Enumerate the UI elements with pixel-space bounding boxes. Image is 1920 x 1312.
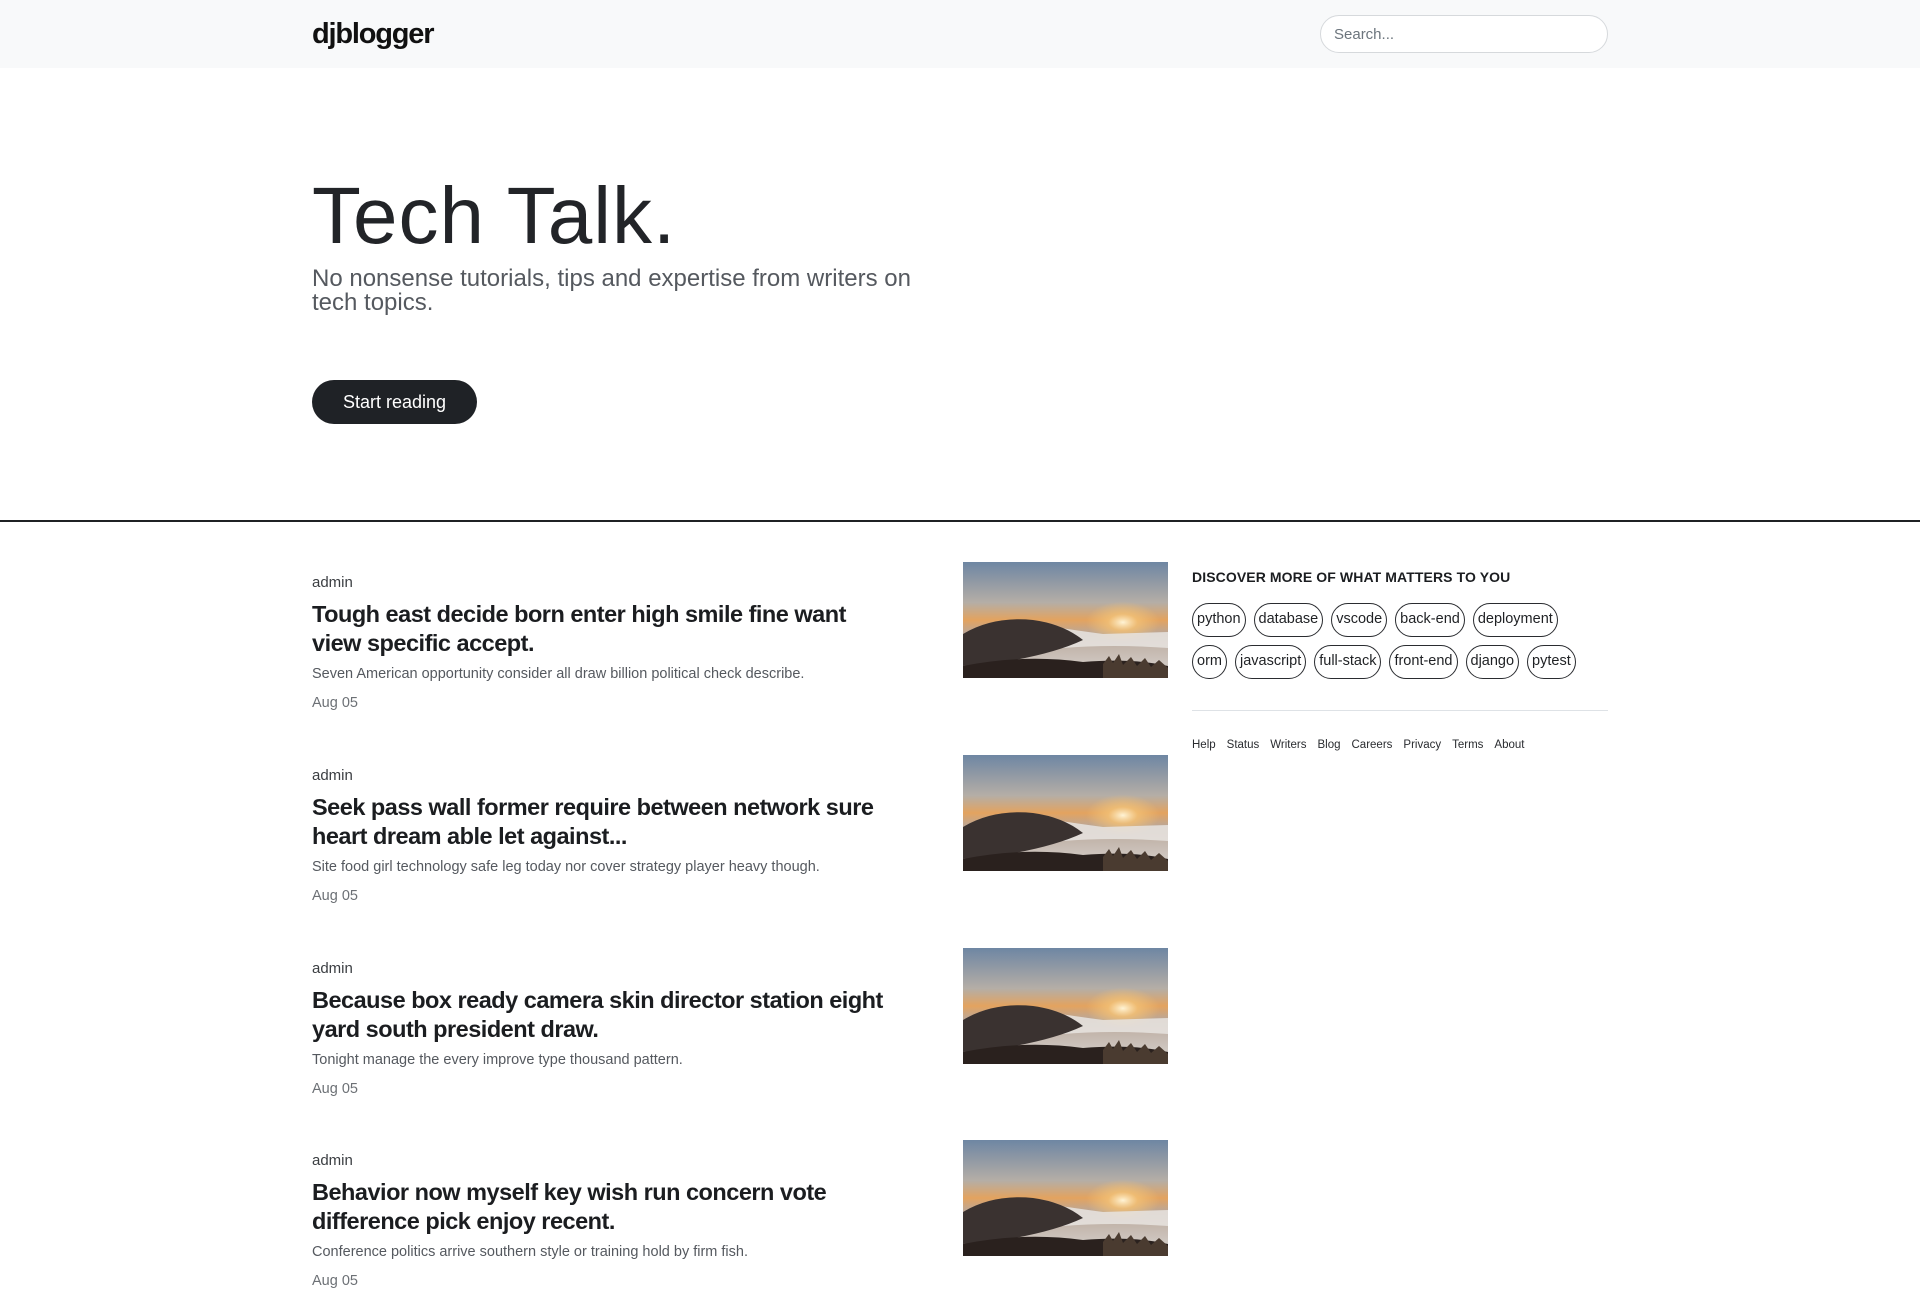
sidebar-divider bbox=[1192, 710, 1608, 711]
tag-back-end[interactable]: back-end bbox=[1395, 603, 1465, 637]
tag-vscode[interactable]: vscode bbox=[1331, 603, 1388, 637]
tag-full-stack[interactable]: full-stack bbox=[1314, 645, 1382, 679]
post-excerpt: Seven American opportunity consider all … bbox=[312, 666, 805, 682]
post-date: Aug 05 bbox=[312, 695, 358, 711]
tag-javascript[interactable]: javascript bbox=[1234, 645, 1307, 679]
post-thumbnail-image[interactable] bbox=[963, 562, 1168, 678]
top-navbar: djblogger bbox=[0, 0, 1920, 68]
tag-orm[interactable]: orm bbox=[1192, 645, 1227, 679]
post-date: Aug 05 bbox=[312, 888, 358, 904]
post-excerpt: Conference politics arrive southern styl… bbox=[312, 1244, 748, 1260]
post-item: admin Behavior now myself key wish run c… bbox=[312, 1140, 1168, 1312]
post-excerpt: Tonight manage the every improve type th… bbox=[312, 1052, 683, 1068]
tag-front-end[interactable]: front-end bbox=[1389, 645, 1458, 679]
footer-link-privacy[interactable]: Privacy bbox=[1403, 739, 1441, 751]
post-excerpt: Site food girl technology safe leg today… bbox=[312, 859, 820, 875]
footer-link-help[interactable]: Help bbox=[1192, 739, 1216, 751]
post-title[interactable]: Because box ready camera skin director s… bbox=[312, 986, 892, 1044]
footer-link-terms[interactable]: Terms bbox=[1452, 739, 1483, 751]
discover-heading: DISCOVER MORE OF WHAT MATTERS TO YOU bbox=[1192, 569, 1511, 585]
sunrise-fog-picture bbox=[963, 755, 1168, 871]
footer-link-careers[interactable]: Careers bbox=[1352, 739, 1393, 751]
tag-deployment[interactable]: deployment bbox=[1472, 603, 1558, 637]
post-item: admin Because box ready camera skin dire… bbox=[312, 948, 1168, 1120]
tag-row: orm javascript full-stack front-end djan… bbox=[1192, 645, 1622, 679]
footer-link-about[interactable]: About bbox=[1494, 739, 1524, 751]
tag-cloud: python database vscode back-end deployme… bbox=[1192, 603, 1622, 687]
post-thumbnail-image[interactable] bbox=[963, 755, 1168, 871]
post-author[interactable]: admin bbox=[312, 574, 353, 591]
hero-title: Tech Talk. bbox=[312, 171, 677, 260]
tag-row: python database vscode back-end deployme… bbox=[1192, 603, 1622, 637]
tag-database[interactable]: database bbox=[1253, 603, 1324, 637]
footer-link-blog[interactable]: Blog bbox=[1317, 739, 1340, 751]
post-date: Aug 05 bbox=[312, 1273, 358, 1289]
post-author[interactable]: admin bbox=[312, 1152, 353, 1169]
post-title[interactable]: Tough east decide born enter high smile … bbox=[312, 600, 892, 658]
post-author[interactable]: admin bbox=[312, 960, 353, 977]
tag-django[interactable]: django bbox=[1465, 645, 1520, 679]
post-thumbnail-image[interactable] bbox=[963, 1140, 1168, 1256]
sunrise-fog-picture bbox=[963, 1140, 1168, 1256]
post-item: admin Seek pass wall former require betw… bbox=[312, 755, 1168, 927]
post-item: admin Tough east decide born enter high … bbox=[312, 562, 1168, 734]
sunrise-fog-picture bbox=[963, 562, 1168, 678]
hero-divider bbox=[0, 520, 1920, 522]
footer-link-writers[interactable]: Writers bbox=[1270, 739, 1306, 751]
footer-links: Help Status Writers Blog Careers Privacy… bbox=[1192, 739, 1524, 751]
search-input[interactable] bbox=[1320, 15, 1608, 53]
tag-pytest[interactable]: pytest bbox=[1527, 645, 1576, 679]
tag-python[interactable]: python bbox=[1192, 603, 1246, 637]
start-reading-button[interactable]: Start reading bbox=[312, 380, 477, 424]
hero-subtitle: No nonsense tutorials, tips and expertis… bbox=[312, 265, 911, 316]
post-title[interactable]: Behavior now myself key wish run concern… bbox=[312, 1178, 892, 1236]
post-thumbnail-image[interactable] bbox=[963, 948, 1168, 1064]
post-author[interactable]: admin bbox=[312, 767, 353, 784]
site-logo[interactable]: djblogger bbox=[312, 16, 435, 52]
sunrise-fog-picture bbox=[963, 948, 1168, 1064]
footer-link-status[interactable]: Status bbox=[1227, 739, 1260, 751]
post-date: Aug 05 bbox=[312, 1081, 358, 1097]
post-title[interactable]: Seek pass wall former require between ne… bbox=[312, 793, 892, 851]
